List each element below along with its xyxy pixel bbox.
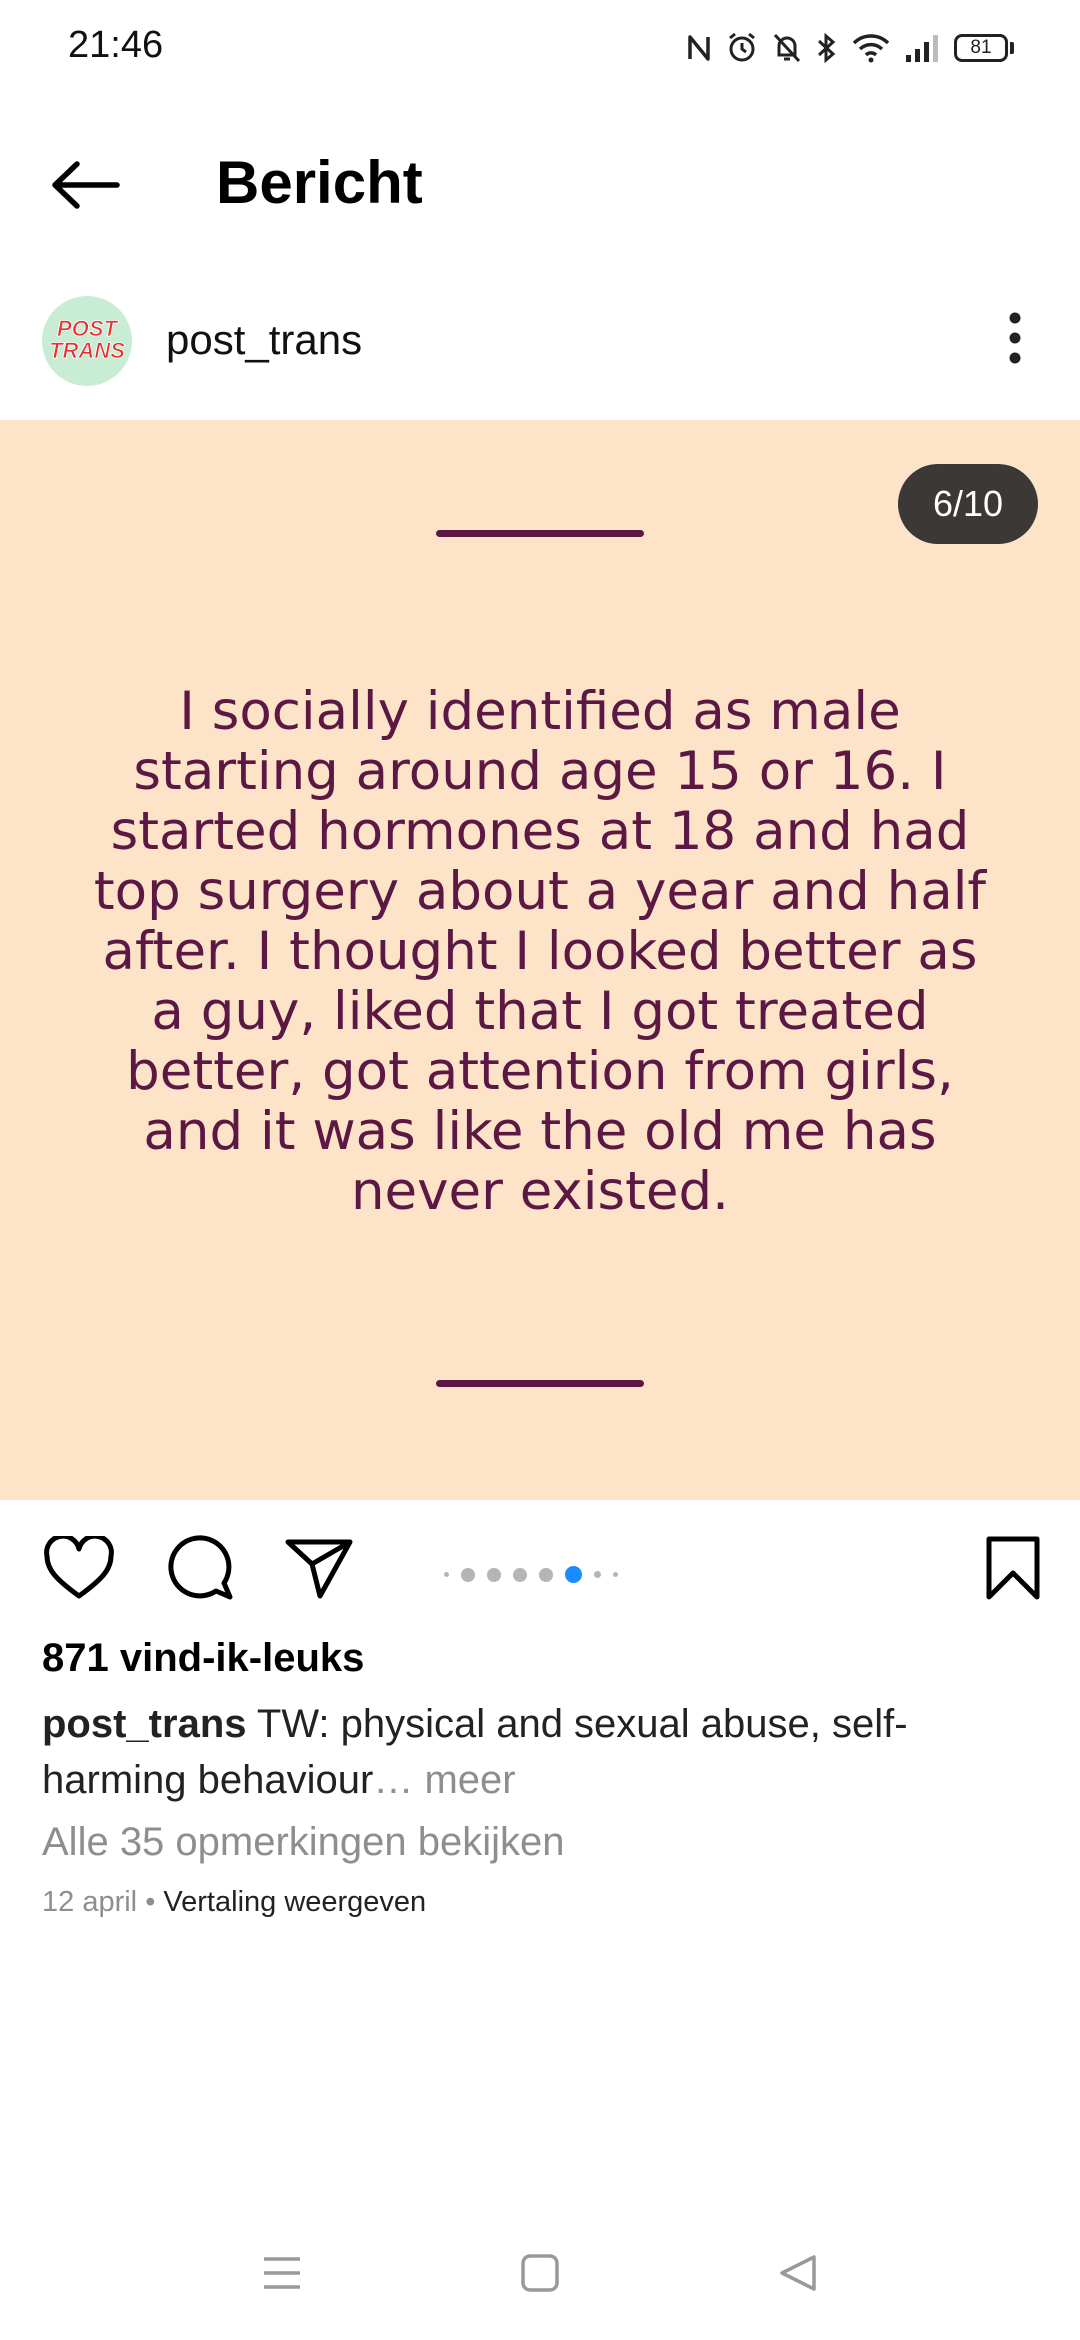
status-bar: 21:46 81	[0, 0, 1080, 96]
more-vertical-icon	[1007, 312, 1023, 369]
like-button[interactable]	[34, 1530, 124, 1610]
caption-ellipsis: …	[373, 1758, 414, 1802]
avatar-text-line2: TRANS	[49, 338, 125, 363]
comment-icon	[164, 1533, 234, 1608]
caption-more-link[interactable]: meer	[424, 1758, 515, 1802]
slide-text: I socially identified as male starting a…	[93, 681, 987, 1222]
avatar[interactable]: POST TRANS	[42, 296, 132, 386]
post-author-row: POST TRANS post_trans	[0, 290, 1080, 420]
carousel-dot-active	[565, 1566, 582, 1583]
carousel-dot	[594, 1571, 601, 1578]
header: Bericht	[0, 130, 1080, 240]
square-icon	[520, 2253, 560, 2298]
carousel-dot	[539, 1567, 553, 1582]
battery-level: 81	[954, 34, 1008, 62]
post-image-slide[interactable]: 6/10 I socially identified as male start…	[0, 420, 1080, 1500]
menu-icon	[262, 2255, 302, 2296]
bell-muted-icon	[772, 32, 802, 64]
post-meta: 12 april • Vertaling weergeven	[42, 1886, 426, 1919]
arrow-left-icon	[49, 160, 121, 215]
author-name[interactable]: post_trans	[166, 316, 362, 364]
slide-divider-bottom	[436, 1380, 644, 1387]
carousel-dot	[461, 1567, 475, 1582]
likes-count[interactable]: 871 vind-ik-leuks	[42, 1636, 364, 1681]
triangle-back-icon	[778, 2253, 818, 2298]
signal-icon	[904, 33, 940, 63]
save-button[interactable]	[968, 1530, 1058, 1610]
translate-link[interactable]: Vertaling weergeven	[163, 1886, 426, 1918]
carousel-dot	[487, 1567, 501, 1582]
bookmark-icon	[984, 1535, 1042, 1606]
status-time: 21:46	[68, 24, 164, 66]
meta-separator: •	[145, 1886, 156, 1918]
send-icon	[284, 1536, 354, 1605]
carousel-indicator	[444, 1566, 618, 1583]
battery-icon: 81	[954, 34, 1014, 62]
status-icons: 81	[686, 28, 1014, 68]
system-back-button[interactable]	[758, 2240, 838, 2310]
slide-counter: 6/10	[898, 464, 1038, 544]
caption: post_trans TW: physical and sexual abuse…	[42, 1696, 1042, 1808]
alarm-icon	[726, 32, 758, 64]
wifi-icon	[852, 33, 890, 63]
slide-divider-top	[436, 530, 644, 537]
home-button[interactable]	[500, 2240, 580, 2310]
view-comments-link[interactable]: Alle 35 opmerkingen bekijken	[42, 1820, 565, 1865]
share-button[interactable]	[274, 1530, 364, 1610]
carousel-dot	[513, 1567, 527, 1582]
post-date: 12 april	[42, 1886, 138, 1918]
heart-icon	[43, 1533, 115, 1605]
more-options-button[interactable]	[980, 300, 1050, 380]
nfc-icon	[686, 33, 712, 63]
bluetooth-icon	[816, 32, 838, 64]
carousel-dot	[613, 1572, 618, 1577]
back-button[interactable]	[40, 152, 130, 222]
recent-apps-button[interactable]	[242, 2240, 322, 2310]
carousel-dot	[444, 1572, 449, 1577]
comment-button[interactable]	[154, 1530, 244, 1610]
caption-username[interactable]: post_trans	[42, 1702, 247, 1746]
action-bar	[0, 1530, 1080, 1620]
system-nav-bar	[0, 2210, 1080, 2340]
page-title: Bericht	[216, 149, 423, 216]
